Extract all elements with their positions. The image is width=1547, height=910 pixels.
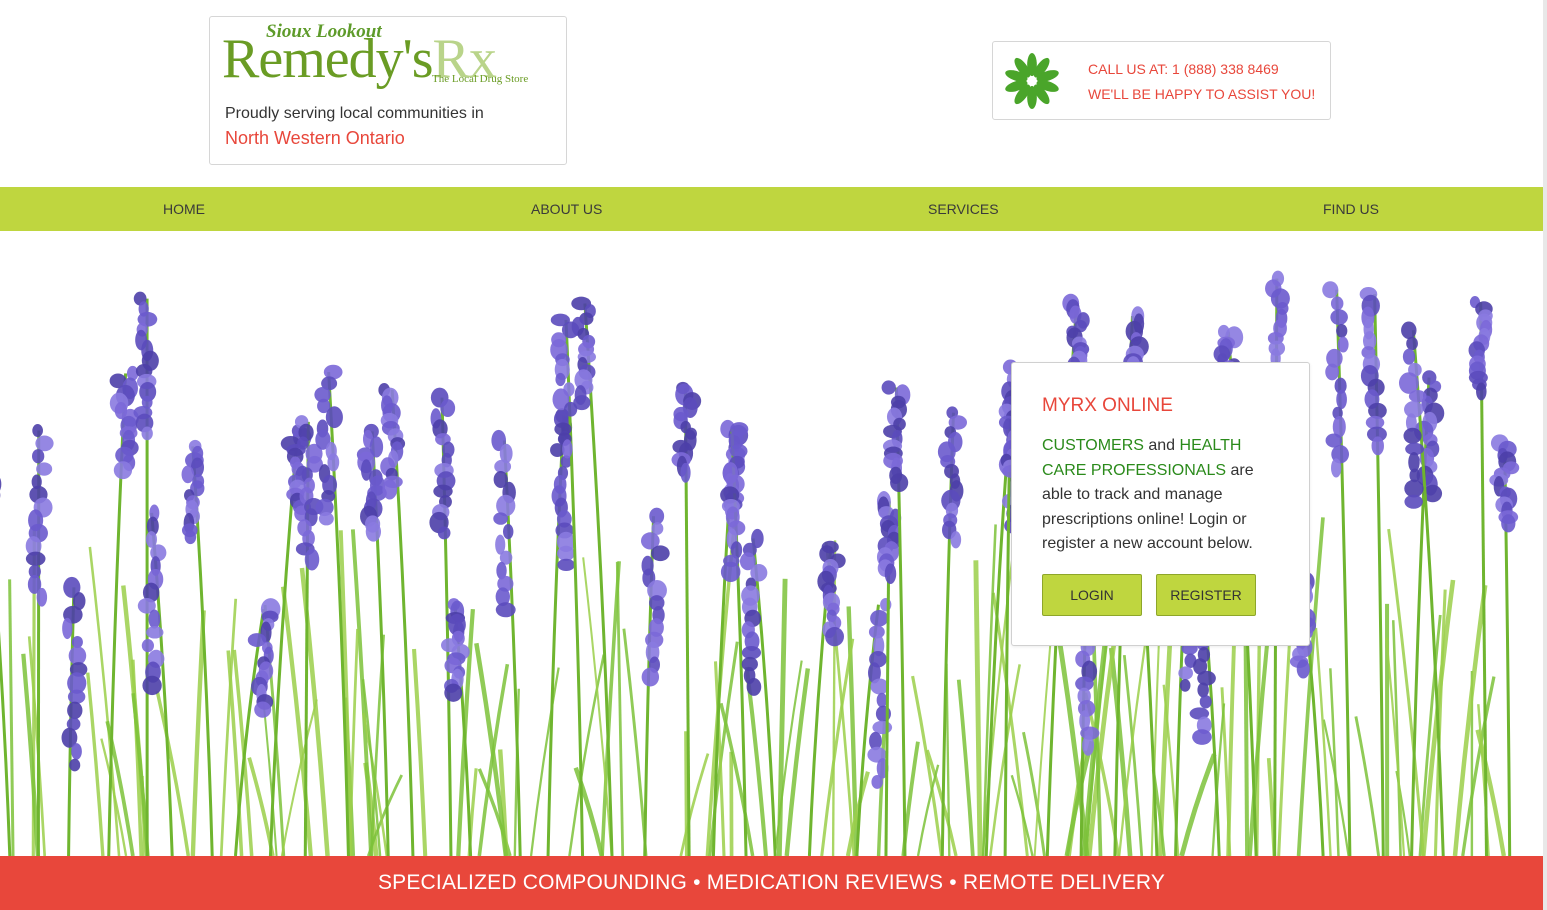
logo-box: Remedy'sRx Sioux Lookout The Local Drug … [209, 16, 567, 165]
customers-text: CUSTOMERS [1042, 437, 1144, 454]
contact-box: CALL US AT: 1 (888) 338 8469 WE'LL BE HA… [992, 41, 1331, 120]
scrollbar[interactable] [1543, 0, 1547, 910]
logo-subtitle: The Local Drug Store [432, 73, 529, 85]
assist-text: WE'LL BE HAPPY TO ASSIST YOU! [1088, 86, 1316, 102]
register-button[interactable]: REGISTER [1156, 574, 1256, 616]
card-title: MYRX ONLINE [1042, 395, 1173, 416]
services-banner: SPECIALIZED COMPOUNDING • MEDICATION REV… [0, 856, 1543, 910]
call-us-text[interactable]: CALL US AT: 1 (888) 338 8469 [1088, 61, 1279, 77]
services-banner-text: SPECIALIZED COMPOUNDING • MEDICATION REV… [377, 871, 1166, 894]
logo-tagline: Sioux Lookout [266, 21, 382, 42]
nav-item-home[interactable]: HOME [163, 201, 205, 217]
region-text: North Western Ontario [225, 128, 405, 148]
myrx-login-card: MYRX ONLINE CUSTOMERS and HEALTH CARE PR… [1011, 362, 1310, 646]
hero-lavender-image [0, 231, 1543, 856]
card-description: CUSTOMERS and HEALTH CARE PROFESSIONALS … [1042, 434, 1287, 557]
and-text: and [1143, 437, 1180, 454]
serving-text: Proudly serving local communities in [225, 105, 484, 122]
nav-item-services[interactable]: SERVICES [928, 201, 999, 217]
flower-icon [1005, 52, 1059, 110]
main-nav: HOME ABOUT US SERVICES FIND US [0, 187, 1543, 231]
login-button[interactable]: LOGIN [1042, 574, 1142, 616]
nav-item-about-us[interactable]: ABOUT US [531, 201, 602, 217]
lavender-illustration [0, 270, 1520, 856]
nav-item-find-us[interactable]: FIND US [1323, 201, 1379, 217]
